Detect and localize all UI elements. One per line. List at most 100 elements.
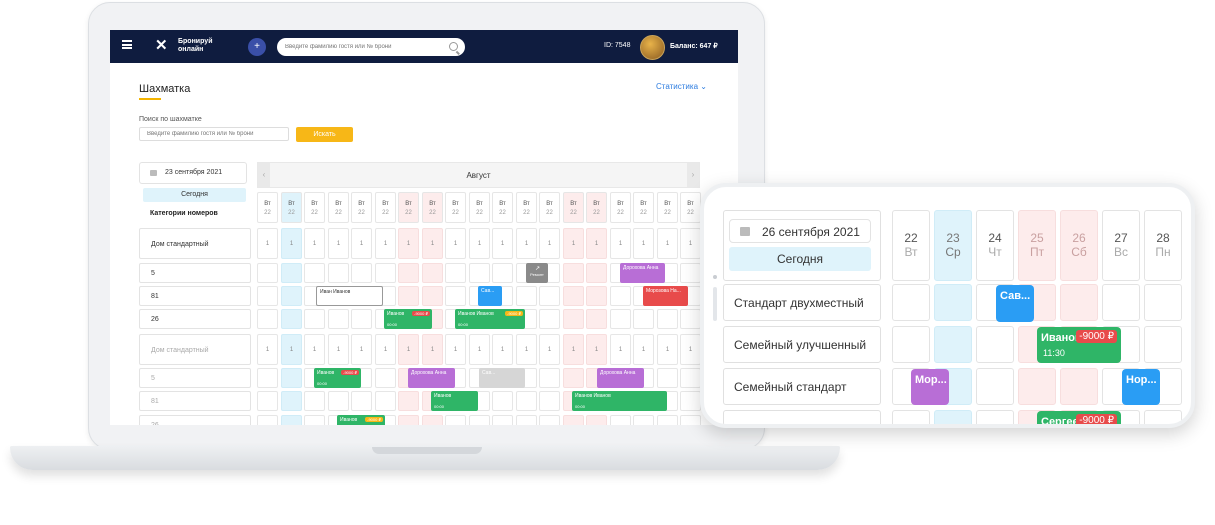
grid-cell[interactable] — [539, 309, 560, 329]
availability-cell[interactable]: 1 — [398, 334, 419, 365]
date-picker[interactable]: 23 сентября 2021 — [139, 162, 247, 184]
grid-cell[interactable] — [539, 391, 560, 411]
grid-cell[interactable] — [563, 415, 584, 425]
grid-cell[interactable] — [610, 309, 631, 329]
availability-cell[interactable]: 1 — [633, 228, 654, 259]
availability-cell[interactable]: 1 — [469, 334, 490, 365]
phone-grid-cell[interactable] — [892, 326, 930, 363]
availability-cell[interactable]: 1 — [563, 228, 584, 259]
room-category-row[interactable]: Дом стандартный — [139, 228, 251, 259]
grid-cell[interactable] — [657, 415, 678, 425]
room-category-row[interactable]: Дом стандартный — [139, 334, 251, 365]
booking-block[interactable]: Иванов -9000 ₽ — [337, 415, 385, 425]
search-icon[interactable] — [449, 42, 458, 51]
grid-cell[interactable] — [304, 309, 325, 329]
grid-cell[interactable] — [657, 368, 678, 388]
booking-block[interactable]: Морозова На... — [643, 286, 688, 306]
grid-cell[interactable] — [563, 263, 584, 283]
phone-grid-cell[interactable] — [892, 284, 930, 321]
availability-cell[interactable]: 1 — [445, 334, 466, 365]
grid-cell[interactable] — [563, 309, 584, 329]
grid-cell[interactable] — [563, 368, 584, 388]
grid-cell[interactable] — [281, 263, 302, 283]
phone-grid-cell[interactable] — [934, 284, 972, 321]
grid-cell[interactable] — [398, 286, 419, 306]
grid-cell[interactable] — [328, 263, 349, 283]
grid-search-input[interactable] — [139, 127, 289, 141]
phone-grid-cell[interactable] — [976, 326, 1014, 363]
availability-cell[interactable]: 1 — [304, 228, 325, 259]
phone-date-picker[interactable]: 26 сентября 2021 — [729, 219, 871, 243]
grid-cell[interactable] — [328, 391, 349, 411]
grid-cell[interactable] — [492, 263, 513, 283]
grid-cell[interactable] — [375, 368, 396, 388]
grid-cell[interactable] — [257, 368, 278, 388]
booking-block[interactable]: Иванов 00:00 — [431, 391, 478, 411]
grid-cell[interactable] — [445, 263, 466, 283]
room-row[interactable]: 81 — [139, 286, 251, 306]
grid-cell[interactable] — [328, 309, 349, 329]
phone-grid-cell[interactable] — [1144, 410, 1182, 424]
grid-cell[interactable] — [257, 286, 278, 306]
availability-cell[interactable]: 1 — [375, 228, 396, 259]
add-booking-button[interactable]: + — [248, 38, 266, 56]
grid-cell[interactable] — [633, 415, 654, 425]
grid-cell[interactable] — [680, 391, 701, 411]
availability-cell[interactable]: 1 — [304, 334, 325, 365]
grid-cell[interactable] — [351, 263, 372, 283]
availability-cell[interactable]: 1 — [469, 228, 490, 259]
grid-cell[interactable] — [680, 309, 701, 329]
grid-cell[interactable] — [680, 263, 701, 283]
phone-today-button[interactable]: Сегодня — [729, 247, 871, 271]
availability-cell[interactable]: 1 — [516, 228, 537, 259]
availability-cell[interactable]: 1 — [281, 334, 302, 365]
grid-cell[interactable] — [257, 309, 278, 329]
grid-cell[interactable] — [304, 391, 325, 411]
phone-grid-cell[interactable] — [1018, 368, 1056, 405]
grid-cell[interactable] — [281, 368, 302, 388]
grid-cell[interactable] — [445, 415, 466, 425]
grid-cell[interactable] — [257, 391, 278, 411]
phone-room-row[interactable]: Семейный улучшенный — [723, 326, 881, 363]
booking-block[interactable]: Сав... — [479, 368, 525, 388]
availability-cell[interactable]: 1 — [657, 228, 678, 259]
booking-block[interactable]: Иванов 00:00 -9000 ₽ — [314, 368, 361, 388]
grid-cell[interactable] — [398, 415, 419, 425]
grid-cell[interactable] — [422, 415, 443, 425]
grid-cell[interactable] — [680, 368, 701, 388]
availability-cell[interactable]: 1 — [445, 228, 466, 259]
phone-grid-cell[interactable] — [934, 326, 972, 363]
room-row[interactable]: 81 — [139, 391, 251, 411]
grid-cell[interactable] — [304, 263, 325, 283]
booking-block[interactable]: Иванов 00:00 -9000 ₽ — [384, 309, 432, 329]
availability-cell[interactable]: 1 — [328, 228, 349, 259]
grid-cell[interactable] — [586, 309, 607, 329]
booking-block[interactable]: Дорохова Анна — [408, 368, 455, 388]
phone-booking-block[interactable]: Мор... — [911, 369, 949, 405]
availability-cell[interactable]: 1 — [281, 228, 302, 259]
search-button[interactable]: Искать — [296, 127, 353, 142]
availability-cell[interactable]: 1 — [492, 334, 513, 365]
avatar[interactable] — [640, 35, 665, 60]
availability-cell[interactable]: 1 — [398, 228, 419, 259]
grid-cell[interactable] — [398, 263, 419, 283]
phone-grid-cell[interactable] — [976, 410, 1014, 424]
phone-booking-block[interactable]: Сергеев -9000 ₽ — [1037, 411, 1121, 424]
booking-block[interactable]: ↗ Ремонт — [526, 263, 548, 283]
room-row[interactable]: 5 — [139, 263, 251, 283]
phone-room-row[interactable]: Стандарт двухместный — [723, 284, 881, 321]
phone-grid-cell[interactable] — [892, 410, 930, 424]
grid-cell[interactable] — [657, 309, 678, 329]
grid-cell[interactable] — [281, 415, 302, 425]
room-row[interactable]: 26 — [139, 309, 251, 329]
grid-cell[interactable] — [422, 263, 443, 283]
availability-cell[interactable]: 1 — [657, 334, 678, 365]
availability-cell[interactable]: 1 — [539, 334, 560, 365]
grid-cell[interactable] — [469, 415, 490, 425]
room-row[interactable]: 26 — [139, 415, 251, 425]
availability-cell[interactable]: 1 — [422, 334, 443, 365]
grid-cell[interactable] — [375, 391, 396, 411]
grid-cell[interactable] — [422, 286, 443, 306]
booking-block[interactable]: Сав... — [478, 286, 502, 306]
grid-cell[interactable] — [445, 286, 466, 306]
